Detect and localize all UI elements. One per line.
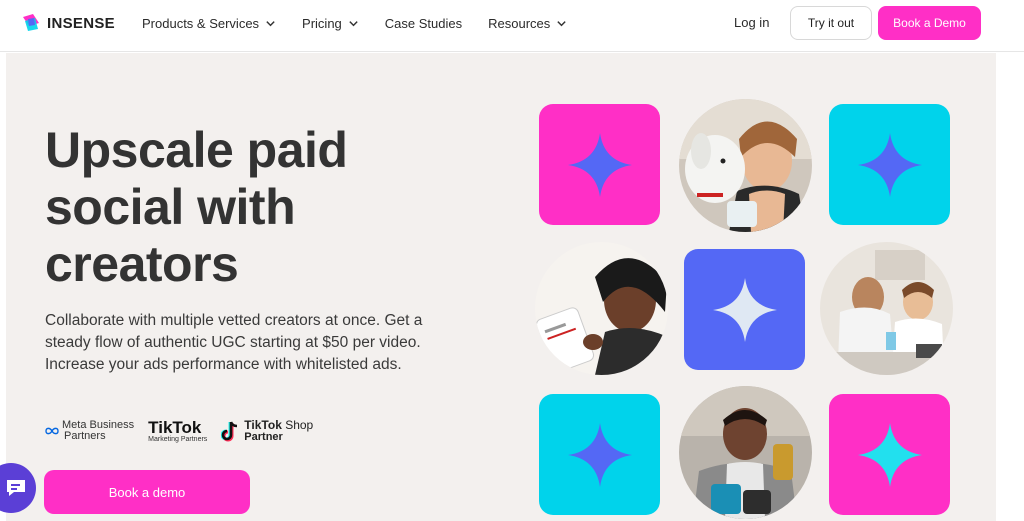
insense-logo[interactable]: INSENSE: [21, 12, 115, 34]
sparkle-star-icon: [857, 132, 922, 197]
creator-photo-woman-with-dog: [679, 99, 812, 232]
nav-label: Resources: [488, 15, 551, 31]
tiktok-note-icon: [221, 421, 238, 442]
shop-line1-bold: TikTok: [244, 418, 282, 432]
book-a-demo-header-button[interactable]: Book a Demo: [878, 6, 981, 40]
sparkle-star-icon: [567, 422, 632, 487]
chevron-down-icon: [557, 20, 566, 26]
try-it-out-button[interactable]: Try it out: [790, 6, 872, 40]
creator-photo-kids-experiment: [820, 242, 953, 375]
page-edge: [996, 53, 1024, 521]
meta-infinity-icon: [45, 427, 59, 435]
pink-sparkle-tile: [539, 104, 660, 225]
nav-pricing[interactable]: Pricing: [302, 14, 359, 32]
logo-mark-icon: [21, 13, 41, 33]
tiktok-wordmark: TikTok: [148, 417, 202, 437]
nav-products-services[interactable]: Products & Services: [142, 14, 276, 32]
cyan-sparkle-tile: [829, 104, 950, 225]
partner-badges: Meta Business Partners TikTok Marketing …: [45, 416, 313, 446]
tiktok-shop-partner-badge: TikTok Shop Partner: [221, 419, 313, 443]
sparkle-star-icon: [857, 422, 922, 487]
login-link[interactable]: Log in: [734, 15, 769, 30]
hero-headline: Upscale paid social with creators: [45, 122, 348, 292]
nav-label: Products & Services: [142, 15, 260, 31]
creator-photo-woman-with-product: [535, 242, 668, 375]
pink-sparkle-tile-bottom: [829, 394, 950, 515]
nav-label: Case Studies: [384, 15, 463, 31]
sparkle-star-icon: [567, 132, 632, 197]
creator-photo-man-with-supplements: [679, 386, 812, 519]
chevron-down-icon: [266, 20, 275, 26]
meta-line2: Partners: [64, 430, 106, 442]
sparkle-star-icon: [712, 277, 777, 342]
tiktok-subline: Marketing Partners: [148, 435, 208, 443]
logo-text: INSENSE: [47, 14, 115, 32]
shop-line1-rest: Shop: [281, 418, 314, 432]
nav-label: Pricing: [302, 15, 342, 31]
hero-description: Collaborate with multiple vetted creator…: [45, 312, 423, 373]
nav-case-studies[interactable]: Case Studies: [385, 14, 462, 32]
tiktok-marketing-partners-badge: TikTok Marketing Partners: [148, 417, 208, 443]
shop-line2: Partner: [244, 431, 283, 443]
nav-resources[interactable]: Resources: [488, 14, 567, 32]
top-navigation-bar: INSENSE Products & Services Pricing Case…: [0, 0, 1024, 52]
meta-business-partners-badge: Meta Business Partners: [45, 420, 134, 442]
book-a-demo-hero-button[interactable]: Book a demo: [44, 470, 250, 514]
shop-line1: TikTok Shop: [244, 419, 313, 431]
main-nav: Products & Services Pricing Case Studies…: [142, 14, 593, 32]
blue-sparkle-tile: [684, 249, 805, 370]
cyan-sparkle-tile-bottom: [539, 394, 660, 515]
chat-icon: [7, 480, 25, 496]
chevron-down-icon: [349, 20, 358, 26]
